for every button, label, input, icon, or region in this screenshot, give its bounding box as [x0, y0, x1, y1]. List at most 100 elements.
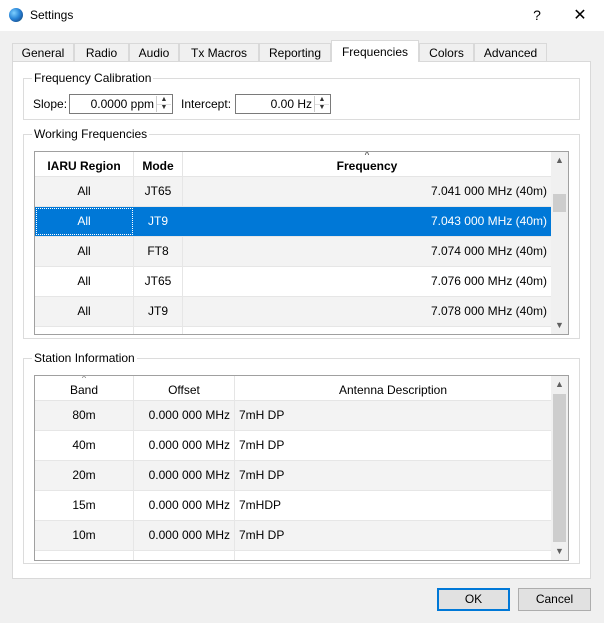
station-information-title: Station Information	[32, 351, 137, 365]
table-row[interactable]: All JT65 7.076 000 MHz (40m)	[35, 267, 551, 297]
intercept-value: 0.00 Hz	[270, 97, 312, 111]
frequencies-panel: Frequency Calibration Slope: 0.0000 ppm …	[12, 61, 591, 579]
offset-cell: 0.000 000 MHz	[134, 431, 235, 460]
tab-advanced[interactable]: Advanced	[474, 43, 547, 61]
station-table-header: ^ Band Offset Antenna Description	[35, 376, 551, 401]
band-cell: 40m	[35, 431, 134, 460]
station-vertical-scrollbar[interactable]: ▲ ▼	[551, 376, 568, 560]
frequency-cell: 7.074 000 MHz (40m)	[430, 244, 547, 258]
slope-value: 0.0000 ppm	[90, 97, 154, 111]
mode-cell: JT9	[134, 207, 183, 236]
offset-cell-empty	[134, 551, 235, 560]
tab-colors[interactable]: Colors	[419, 43, 474, 61]
frequency-cell: 7.043 000 MHz (40m)	[430, 214, 547, 228]
tab-audio[interactable]: Audio	[129, 43, 179, 61]
tab-tx-macros[interactable]: Tx Macros	[179, 43, 259, 61]
tab-radio[interactable]: Radio	[74, 43, 129, 61]
frequency-calibration-group: Frequency Calibration Slope: 0.0000 ppm …	[23, 71, 580, 120]
column-header-mode[interactable]: Mode	[134, 152, 183, 176]
antenna-cell: 7mH DP	[239, 468, 285, 482]
scroll-up-icon[interactable]: ▲	[551, 376, 568, 393]
table-row[interactable]: 20m 0.000 000 MHz 7mH DP	[35, 461, 551, 491]
scroll-down-icon[interactable]: ▼	[551, 317, 568, 334]
intercept-label: Intercept:	[181, 97, 232, 111]
band-cell: 20m	[35, 461, 134, 490]
title-bar: Settings ? ✕	[0, 0, 604, 31]
column-header-offset[interactable]: Offset	[134, 376, 235, 400]
antenna-cell: 7mHDP	[239, 498, 282, 512]
column-header-band-label: Band	[69, 383, 99, 397]
table-row[interactable]: All FT8 7.074 000 MHz (40m)	[35, 237, 551, 267]
slope-down-icon[interactable]: ▼	[157, 104, 171, 112]
table-row[interactable]: 40m 0.000 000 MHz 7mH DP	[35, 431, 551, 461]
station-information-table: ^ Band Offset Antenna Description 80m 0.…	[34, 375, 569, 561]
working-vertical-scrollbar[interactable]: ▲ ▼	[551, 152, 568, 334]
table-row[interactable]: All JT65 7.041 000 MHz (40m)	[35, 177, 551, 207]
antenna-cell: 7mH DP	[239, 528, 285, 542]
table-row-selected[interactable]: All JT9 7.043 000 MHz (40m)	[35, 207, 551, 237]
frequency-cell: 7.076 000 MHz (40m)	[430, 274, 547, 288]
offset-cell: 0.000 000 MHz	[134, 491, 235, 520]
offset-cell: 0.000 000 MHz	[134, 461, 235, 490]
antenna-cell: 7mH DP	[239, 438, 285, 452]
region-cell: All	[35, 297, 134, 326]
tab-general[interactable]: General	[12, 43, 74, 61]
column-header-antenna-description[interactable]: Antenna Description	[235, 376, 551, 400]
table-row[interactable]: 15m 0.000 000 MHz 7mHDP	[35, 491, 551, 521]
table-row[interactable]: 10m 0.000 000 MHz 7mH DP	[35, 521, 551, 551]
band-cell: 80m	[35, 401, 134, 430]
working-frequencies-title: Working Frequencies	[32, 127, 150, 141]
scroll-thumb[interactable]	[553, 394, 566, 542]
ok-button[interactable]: OK	[437, 588, 510, 611]
table-row-partial	[35, 551, 551, 560]
antenna-cell: 7mH DP	[239, 408, 285, 422]
frequency-cell: 7.078 000 MHz (40m)	[430, 304, 547, 318]
close-button[interactable]: ✕	[562, 0, 598, 31]
sort-ascending-icon: ^	[82, 375, 86, 383]
column-header-band[interactable]: ^ Band	[35, 376, 134, 400]
working-frequencies-table: IARU Region Mode ^ Frequency All JT65 7.…	[34, 151, 569, 335]
intercept-down-icon[interactable]: ▼	[315, 104, 329, 112]
mode-cell: JT9	[134, 297, 183, 326]
help-button[interactable]: ?	[520, 0, 554, 31]
working-table-header: IARU Region Mode ^ Frequency	[35, 152, 551, 177]
slope-spin-buttons[interactable]: ▲ ▼	[156, 96, 171, 112]
frequency-cell: 7.041 000 MHz (40m)	[430, 184, 547, 198]
scroll-up-icon[interactable]: ▲	[551, 152, 568, 169]
window-title: Settings	[30, 8, 74, 22]
region-cell: All	[35, 267, 134, 296]
column-header-frequency-label: Frequency	[336, 159, 398, 173]
tab-reporting[interactable]: Reporting	[259, 43, 331, 61]
band-cell: 10m	[35, 521, 134, 550]
offset-cell: 0.000 000 MHz	[134, 521, 235, 550]
region-cell: All	[35, 177, 134, 206]
cancel-button[interactable]: Cancel	[518, 588, 591, 611]
mode-cell: JT65	[134, 177, 183, 206]
table-row[interactable]: All JT9 7.078 000 MHz (40m)	[35, 297, 551, 327]
intercept-spinbox[interactable]: 0.00 Hz ▲ ▼	[235, 94, 331, 114]
table-row[interactable]: 80m 0.000 000 MHz 7mH DP	[35, 401, 551, 431]
band-cell: 15m	[35, 491, 134, 520]
scroll-down-icon[interactable]: ▼	[551, 543, 568, 560]
column-header-frequency[interactable]: ^ Frequency	[183, 152, 551, 176]
intercept-spin-buttons[interactable]: ▲ ▼	[314, 96, 329, 112]
band-cell-empty	[35, 551, 134, 560]
app-globe-icon	[9, 8, 23, 22]
tab-frequencies[interactable]: Frequencies	[331, 40, 419, 62]
slope-spinbox[interactable]: 0.0000 ppm ▲ ▼	[69, 94, 173, 114]
frequency-calibration-title: Frequency Calibration	[32, 71, 154, 85]
mode-cell-empty	[134, 327, 183, 334]
region-cell: All	[35, 207, 134, 236]
mode-cell: JT65	[134, 267, 183, 296]
station-information-group: Station Information ^ Band Offset Antenn…	[23, 351, 580, 564]
region-cell-empty	[35, 327, 134, 334]
slope-label: Slope:	[33, 97, 68, 111]
table-row-partial	[35, 327, 551, 334]
column-header-iaru-region[interactable]: IARU Region	[35, 152, 134, 176]
scroll-thumb[interactable]	[553, 194, 566, 212]
working-frequencies-group: Working Frequencies IARU Region Mode ^ F…	[23, 127, 580, 339]
region-cell: All	[35, 237, 134, 266]
mode-cell: FT8	[134, 237, 183, 266]
offset-cell: 0.000 000 MHz	[134, 401, 235, 430]
sort-ascending-icon: ^	[364, 151, 370, 159]
